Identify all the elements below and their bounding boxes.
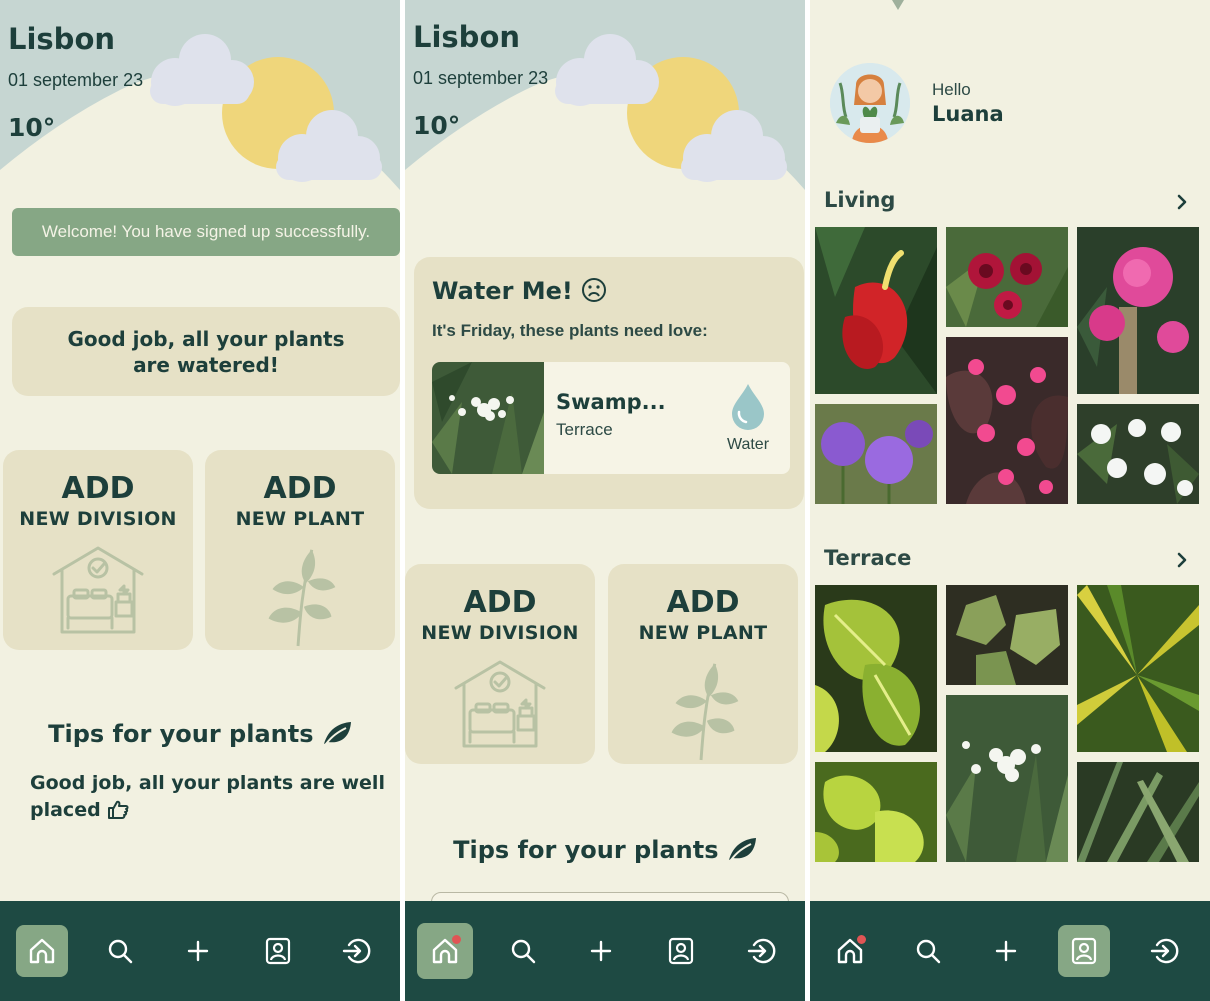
- notification-dot: [452, 935, 461, 944]
- nav-plus-icon[interactable]: [575, 925, 627, 977]
- water-drop-icon: [728, 380, 768, 430]
- add-plant-title: ADD: [666, 585, 740, 620]
- add-division-subtitle: NEW DIVISION: [421, 622, 579, 644]
- notification-dot: [857, 935, 866, 944]
- tips-message-text: Good job, all your plants are well place…: [30, 772, 385, 821]
- water-button[interactable]: Water: [720, 380, 776, 460]
- bottom-nav-bar: [405, 901, 805, 1001]
- add-division-button[interactable]: ADD NEW DIVISION: [405, 564, 595, 764]
- user-avatar-illustration: [830, 63, 910, 143]
- water-button-label: Water: [726, 436, 770, 453]
- plant-photo: [432, 362, 544, 474]
- user-name: Luana: [932, 102, 1004, 126]
- nav-profile-icon[interactable]: [252, 925, 304, 977]
- bottom-nav-bar: [810, 901, 1210, 1001]
- water-me-title-text: Water Me!: [432, 277, 573, 305]
- bedroom-house-icon: [48, 540, 148, 640]
- tips-heading: Tips for your plants: [405, 836, 805, 864]
- add-plant-title: ADD: [263, 471, 337, 506]
- section-title-terrace[interactable]: Terrace: [824, 546, 911, 570]
- nav-plus-icon[interactable]: [980, 925, 1032, 977]
- plant-photo-camellia[interactable]: [1077, 227, 1199, 394]
- plant-photo-spider-plant[interactable]: [1077, 762, 1199, 862]
- add-division-title: ADD: [463, 585, 537, 620]
- thumbs-up-icon: [108, 800, 129, 819]
- plant-photo-pothos[interactable]: [815, 585, 937, 752]
- sad-face-icon: [582, 278, 607, 302]
- tips-heading: Tips for your plants: [0, 720, 400, 748]
- add-plant-subtitle: NEW PLANT: [638, 622, 768, 644]
- chevron-right-icon[interactable]: [1172, 550, 1192, 570]
- plant-location: Terrace: [556, 420, 613, 439]
- nav-profile-icon[interactable]: [655, 925, 707, 977]
- plant-name: Swamp...: [556, 390, 666, 414]
- add-division-button[interactable]: ADD NEW DIVISION: [3, 450, 193, 650]
- bottom-nav-bar: [0, 901, 400, 1001]
- plant-photo-hollyhock[interactable]: [946, 227, 1068, 327]
- plant-photo-golden-pothos[interactable]: [815, 762, 937, 862]
- leaf-icon: [323, 722, 351, 745]
- tips-title-text: Tips for your plants: [48, 720, 314, 748]
- plant-photo-swamp-milkweed[interactable]: [946, 695, 1068, 862]
- nav-home-icon[interactable]: [16, 925, 68, 977]
- add-plant-button[interactable]: ADD NEW PLANT: [608, 564, 798, 764]
- nav-profile-icon[interactable]: [1058, 925, 1110, 977]
- plant-photo-anthurium[interactable]: [815, 227, 937, 394]
- weather-date: 01 september 23: [413, 68, 549, 88]
- home-screen-welcome: Lisbon 01 september 23 10° Welcome! You …: [0, 0, 400, 1001]
- watered-status-card: Good job, all your plants are watered!: [12, 307, 400, 396]
- greeting-label: Hello: [932, 80, 971, 99]
- leaf-icon: [728, 838, 756, 861]
- section-title-living[interactable]: Living: [824, 188, 895, 212]
- tips-message: Good job, all your plants are well place…: [30, 770, 390, 824]
- add-division-title: ADD: [61, 471, 135, 506]
- water-me-card: Water Me! It's Friday, these plants need…: [414, 257, 804, 509]
- weather-city: Lisbon: [413, 20, 521, 54]
- nav-home-icon[interactable]: [824, 925, 876, 977]
- plant-photo-begonia[interactable]: [946, 337, 1068, 504]
- nav-logout-icon[interactable]: [735, 925, 787, 977]
- nav-search-icon[interactable]: [902, 925, 954, 977]
- plant-photo-maple[interactable]: [946, 585, 1068, 685]
- plant-needs-water-item[interactable]: Swamp... Terrace Water: [432, 362, 790, 474]
- add-plant-subtitle: NEW PLANT: [235, 508, 365, 530]
- nav-logout-icon[interactable]: [1138, 925, 1190, 977]
- nav-search-icon[interactable]: [94, 925, 146, 977]
- profile-screen: Hello Luana Living Terrace: [810, 0, 1210, 1001]
- weather-temperature: 10°: [8, 113, 56, 142]
- weather-temperature: 10°: [413, 111, 461, 140]
- tips-title-text: Tips for your plants: [453, 836, 719, 864]
- chevron-right-icon[interactable]: [1172, 192, 1192, 212]
- plant-photo-dogwood[interactable]: [1077, 404, 1199, 504]
- nav-search-icon[interactable]: [497, 925, 549, 977]
- nav-home-icon[interactable]: [417, 923, 473, 979]
- nav-logout-icon[interactable]: [330, 925, 382, 977]
- bedroom-house-icon: [450, 654, 550, 754]
- pointer-caret-icon: [892, 0, 904, 10]
- weather-date: 01 september 23: [8, 70, 144, 90]
- home-screen-water-reminder: Lisbon 01 september 23 10° Water Me! It'…: [405, 0, 805, 1001]
- signup-success-toast: Welcome! You have signed up successfully…: [12, 208, 400, 256]
- water-me-title: Water Me!: [432, 277, 607, 305]
- plant-photo-dracaena[interactable]: [1077, 585, 1199, 752]
- add-division-subtitle: NEW DIVISION: [19, 508, 177, 530]
- plant-photo-allium[interactable]: [815, 404, 937, 504]
- add-plant-button[interactable]: ADD NEW PLANT: [205, 450, 395, 650]
- avatar[interactable]: [830, 63, 910, 143]
- leaf-branch-icon: [653, 654, 753, 762]
- nav-plus-icon[interactable]: [172, 925, 224, 977]
- leaf-branch-icon: [250, 540, 350, 648]
- water-me-subtitle: It's Friday, these plants need love:: [432, 321, 708, 340]
- weather-city: Lisbon: [8, 22, 116, 56]
